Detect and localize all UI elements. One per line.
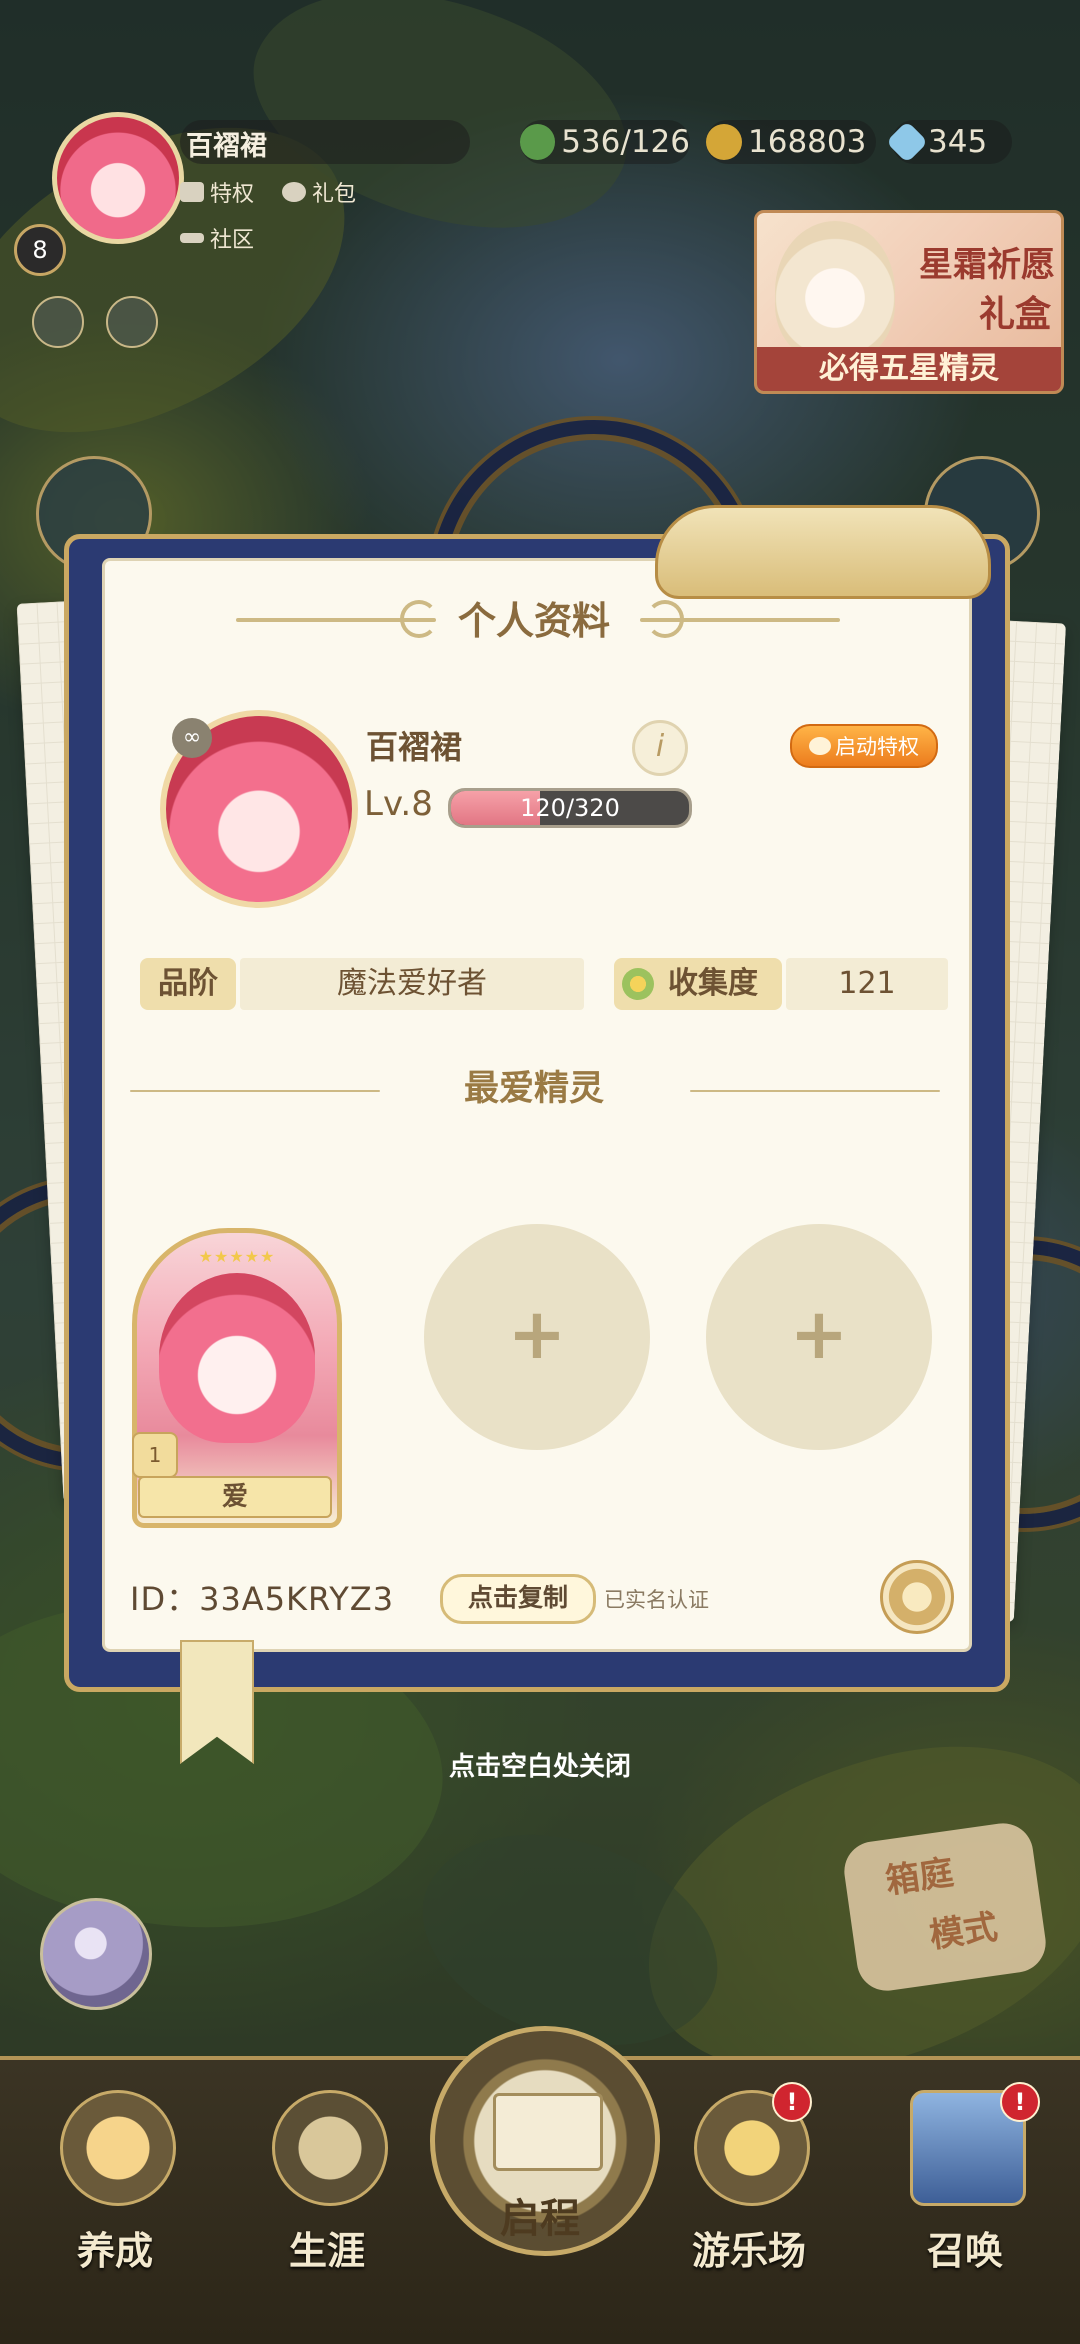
profile-name: 百褶裙 — [366, 728, 463, 766]
edit-name-button[interactable]: i — [632, 720, 688, 776]
add-favorite-slot-3[interactable]: + — [706, 1224, 932, 1450]
collection-label: 收集度 — [614, 958, 782, 1010]
summon-alert-badge: ! — [1000, 2082, 1040, 2122]
profile-level: Lv.8 — [364, 784, 433, 824]
community-link[interactable]: 社区 — [180, 222, 254, 254]
raise-icon — [60, 2090, 176, 2206]
xp-text: 120/320 — [520, 794, 620, 822]
player-name: 百褶裙 — [186, 131, 267, 162]
promo-character-image — [775, 221, 895, 361]
playground-alert-badge: ! — [772, 2082, 812, 2122]
spirit-name: 爱 — [138, 1476, 332, 1518]
chat-bubble-icon — [282, 182, 306, 202]
xp-bar: 120/320 — [448, 788, 692, 828]
gold-coin-icon — [706, 124, 742, 160]
player-name-plate: 百褶裙 — [180, 120, 470, 164]
eye-shortcut-button[interactable] — [106, 296, 158, 348]
spirit-portrait — [159, 1273, 315, 1443]
add-favorite-slot-2[interactable]: + — [424, 1224, 650, 1450]
flower-icon — [622, 968, 654, 1000]
camera-shortcut-button[interactable] — [32, 296, 84, 348]
gold-currency[interactable]: 168803 — [706, 120, 876, 164]
link-icon: ∞ — [172, 718, 212, 758]
crown-icon — [272, 2090, 388, 2206]
promo-subtitle: 礼盒 — [978, 294, 1051, 335]
nav-journey-label: 启程 — [500, 2196, 580, 2242]
rank-value: 魔法爱好者 — [240, 958, 584, 1010]
privilege-link[interactable]: 特权 — [180, 176, 254, 208]
gift-link[interactable]: 礼包 — [282, 176, 356, 208]
nav-playground[interactable]: ! 游乐场 — [664, 2082, 834, 2310]
title-curl-right — [646, 600, 684, 638]
mask-icon — [180, 233, 204, 243]
rank-label: 品阶 — [140, 958, 236, 1010]
promo-banner[interactable]: 星霜祈愿 礼盒 必得五星精灵 — [754, 210, 1064, 394]
collection-value: 121 — [786, 958, 948, 1010]
nav-summon[interactable]: ! 召唤 — [880, 2082, 1050, 2310]
player-id: ID：33A5KRYZ3 — [130, 1580, 395, 1618]
clover-icon — [520, 124, 556, 160]
star-rating: ★★★★★ — [198, 1247, 276, 1266]
start-privilege-button[interactable]: 启动特权 — [790, 724, 938, 768]
promo-tagline: 必得五星精灵 — [757, 347, 1061, 391]
nav-raise[interactable]: 养成 — [30, 2090, 200, 2310]
close-hint: 点击空白处关闭 — [448, 1752, 631, 1782]
verified-status: 已实名认证 — [604, 1588, 709, 1612]
book-icon — [493, 2093, 603, 2171]
copy-id-button[interactable]: 点击复制 — [440, 1574, 596, 1624]
frame-ornament — [655, 505, 991, 599]
nav-career[interactable]: 生涯 — [242, 2090, 412, 2310]
title-curl-left — [400, 600, 438, 638]
camera-icon — [180, 182, 204, 202]
edit-icon: i — [655, 729, 665, 764]
chat-icon — [809, 737, 831, 755]
yard-mode-button[interactable]: 箱庭 模式 — [840, 1819, 1050, 1995]
player-level-badge: 8 — [14, 224, 66, 276]
profile-title: 个人资料 — [457, 599, 610, 643]
clover-currency[interactable]: 536/126 — [520, 120, 690, 164]
crystal-ball-button[interactable] — [40, 1898, 152, 2010]
spirit-level-badge: 1 — [132, 1432, 178, 1478]
settings-gear-icon[interactable] — [880, 1560, 954, 1634]
diamond-currency[interactable]: 345 — [885, 120, 1012, 164]
player-avatar[interactable] — [52, 112, 184, 244]
favorites-title: 最爱精灵 — [463, 1069, 604, 1109]
promo-title: 星霜祈愿 — [919, 245, 1055, 285]
